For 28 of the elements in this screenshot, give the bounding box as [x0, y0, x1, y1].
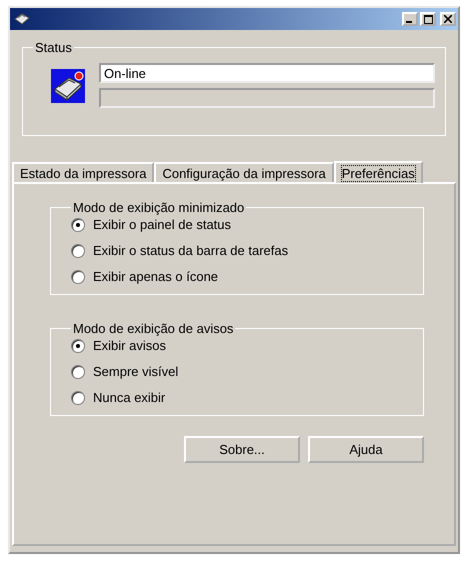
status-field: On-line [99, 63, 435, 83]
radio-option[interactable]: Exibir apenas o ícone [71, 269, 413, 284]
about-button[interactable]: Sobre... [184, 436, 300, 463]
maximize-button[interactable] [420, 12, 436, 26]
close-button[interactable] [440, 12, 456, 26]
tab[interactable]: Configuração da impressora [154, 162, 334, 182]
radio-option[interactable]: Sempre visível [71, 364, 413, 379]
radio-option[interactable]: Exibir o status da barra de tarefas [71, 243, 413, 258]
radio-button[interactable] [71, 218, 85, 232]
radio-button[interactable] [71, 244, 85, 258]
tab[interactable]: Estado da impressora [12, 162, 154, 182]
group-title: Modo de exibição de avisos [72, 321, 234, 336]
printer-icon [14, 12, 30, 26]
radio-button[interactable] [71, 364, 85, 378]
radio-button[interactable] [71, 390, 85, 404]
group-title: Modo de exibição minimizado [72, 200, 246, 215]
group-title: Status [34, 40, 73, 55]
radio-option[interactable]: Nunca exibir [71, 390, 413, 405]
tab[interactable]: Preferências [334, 161, 423, 183]
help-button[interactable]: Ajuda [308, 436, 424, 463]
radio-button[interactable] [71, 270, 85, 284]
maximize-icon [424, 14, 432, 24]
radio-option[interactable]: Exibir avisos [71, 338, 413, 353]
close-icon [444, 15, 452, 23]
minimize-button[interactable] [402, 12, 418, 26]
radio-option[interactable]: Exibir o painel de status [71, 217, 413, 232]
printer-icon [51, 69, 85, 103]
radio-button[interactable] [71, 338, 85, 352]
